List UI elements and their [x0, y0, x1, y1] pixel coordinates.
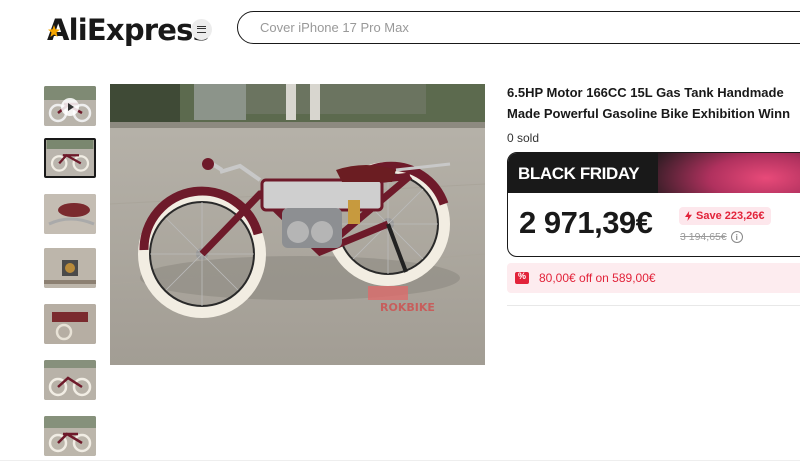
product-title-line-2: Made Powerful Gasoline Bike Exhibition W… [507, 106, 791, 121]
coupon-icon [515, 271, 529, 284]
price-card: BLACK FRIDAY 2 971,39€ Save 223,26€ 3 19… [507, 152, 800, 257]
search-bar[interactable] [237, 11, 800, 44]
coupon-text: 80,00€ off on 589,00€ [539, 271, 656, 285]
promo-label: BLACK FRIDAY [518, 164, 640, 183]
black-friday-banner: BLACK FRIDAY [508, 153, 800, 193]
thumbnail-image [44, 304, 96, 344]
thumbnail-image [44, 360, 96, 400]
header: AliExpress [0, 0, 800, 56]
bottom-divider [0, 460, 800, 461]
logo-star-icon [48, 25, 60, 37]
banner-glow [658, 153, 800, 193]
thumbnail-2[interactable] [44, 138, 96, 178]
save-amount: Save 223,26€ [696, 210, 765, 222]
lightning-icon [685, 211, 692, 221]
product-title-overflow [507, 122, 800, 128]
aliexpress-logo[interactable]: AliExpress [47, 13, 210, 47]
thumbnail-4[interactable] [44, 248, 96, 288]
thumbnail-6[interactable] [44, 360, 96, 400]
logo-text: AliExpress [47, 13, 210, 47]
current-price: 2 971,39€ [519, 205, 653, 240]
motorbike-photo: ROKBIKE [110, 84, 485, 365]
info-icon[interactable]: i [730, 231, 743, 243]
thumbnail-5[interactable] [44, 304, 96, 344]
thumbnail-3[interactable] [44, 194, 96, 234]
thumbnail-video[interactable] [44, 86, 96, 126]
thumbnail-image [44, 416, 96, 456]
thumbnail-image [46, 140, 94, 176]
main-product-image[interactable]: ROKBIKE [110, 84, 485, 365]
menu-button[interactable] [191, 19, 212, 40]
divider [507, 305, 800, 306]
search-input[interactable] [238, 12, 800, 43]
hamburger-icon [197, 26, 206, 33]
original-price: 3 194,65€ [680, 231, 727, 243]
thumbnail-7[interactable] [44, 416, 96, 456]
save-badge: Save 223,26€ [679, 207, 771, 225]
coupon-banner[interactable]: 80,00€ off on 589,00€ [507, 263, 800, 293]
play-icon [61, 98, 79, 116]
thumbnail-image [44, 194, 96, 234]
product-title: 6.5HP Motor 166CC 15L Gas Tank Handmade … [507, 82, 800, 124]
svg-text:ROKBIKE: ROKBIKE [380, 301, 435, 314]
product-title-line-1: 6.5HP Motor 166CC 15L Gas Tank Handmade [507, 85, 784, 100]
thumbnail-image [44, 248, 96, 288]
sold-count: 0 sold [507, 131, 540, 145]
original-price-row: 3 194,65€ i [680, 231, 743, 243]
